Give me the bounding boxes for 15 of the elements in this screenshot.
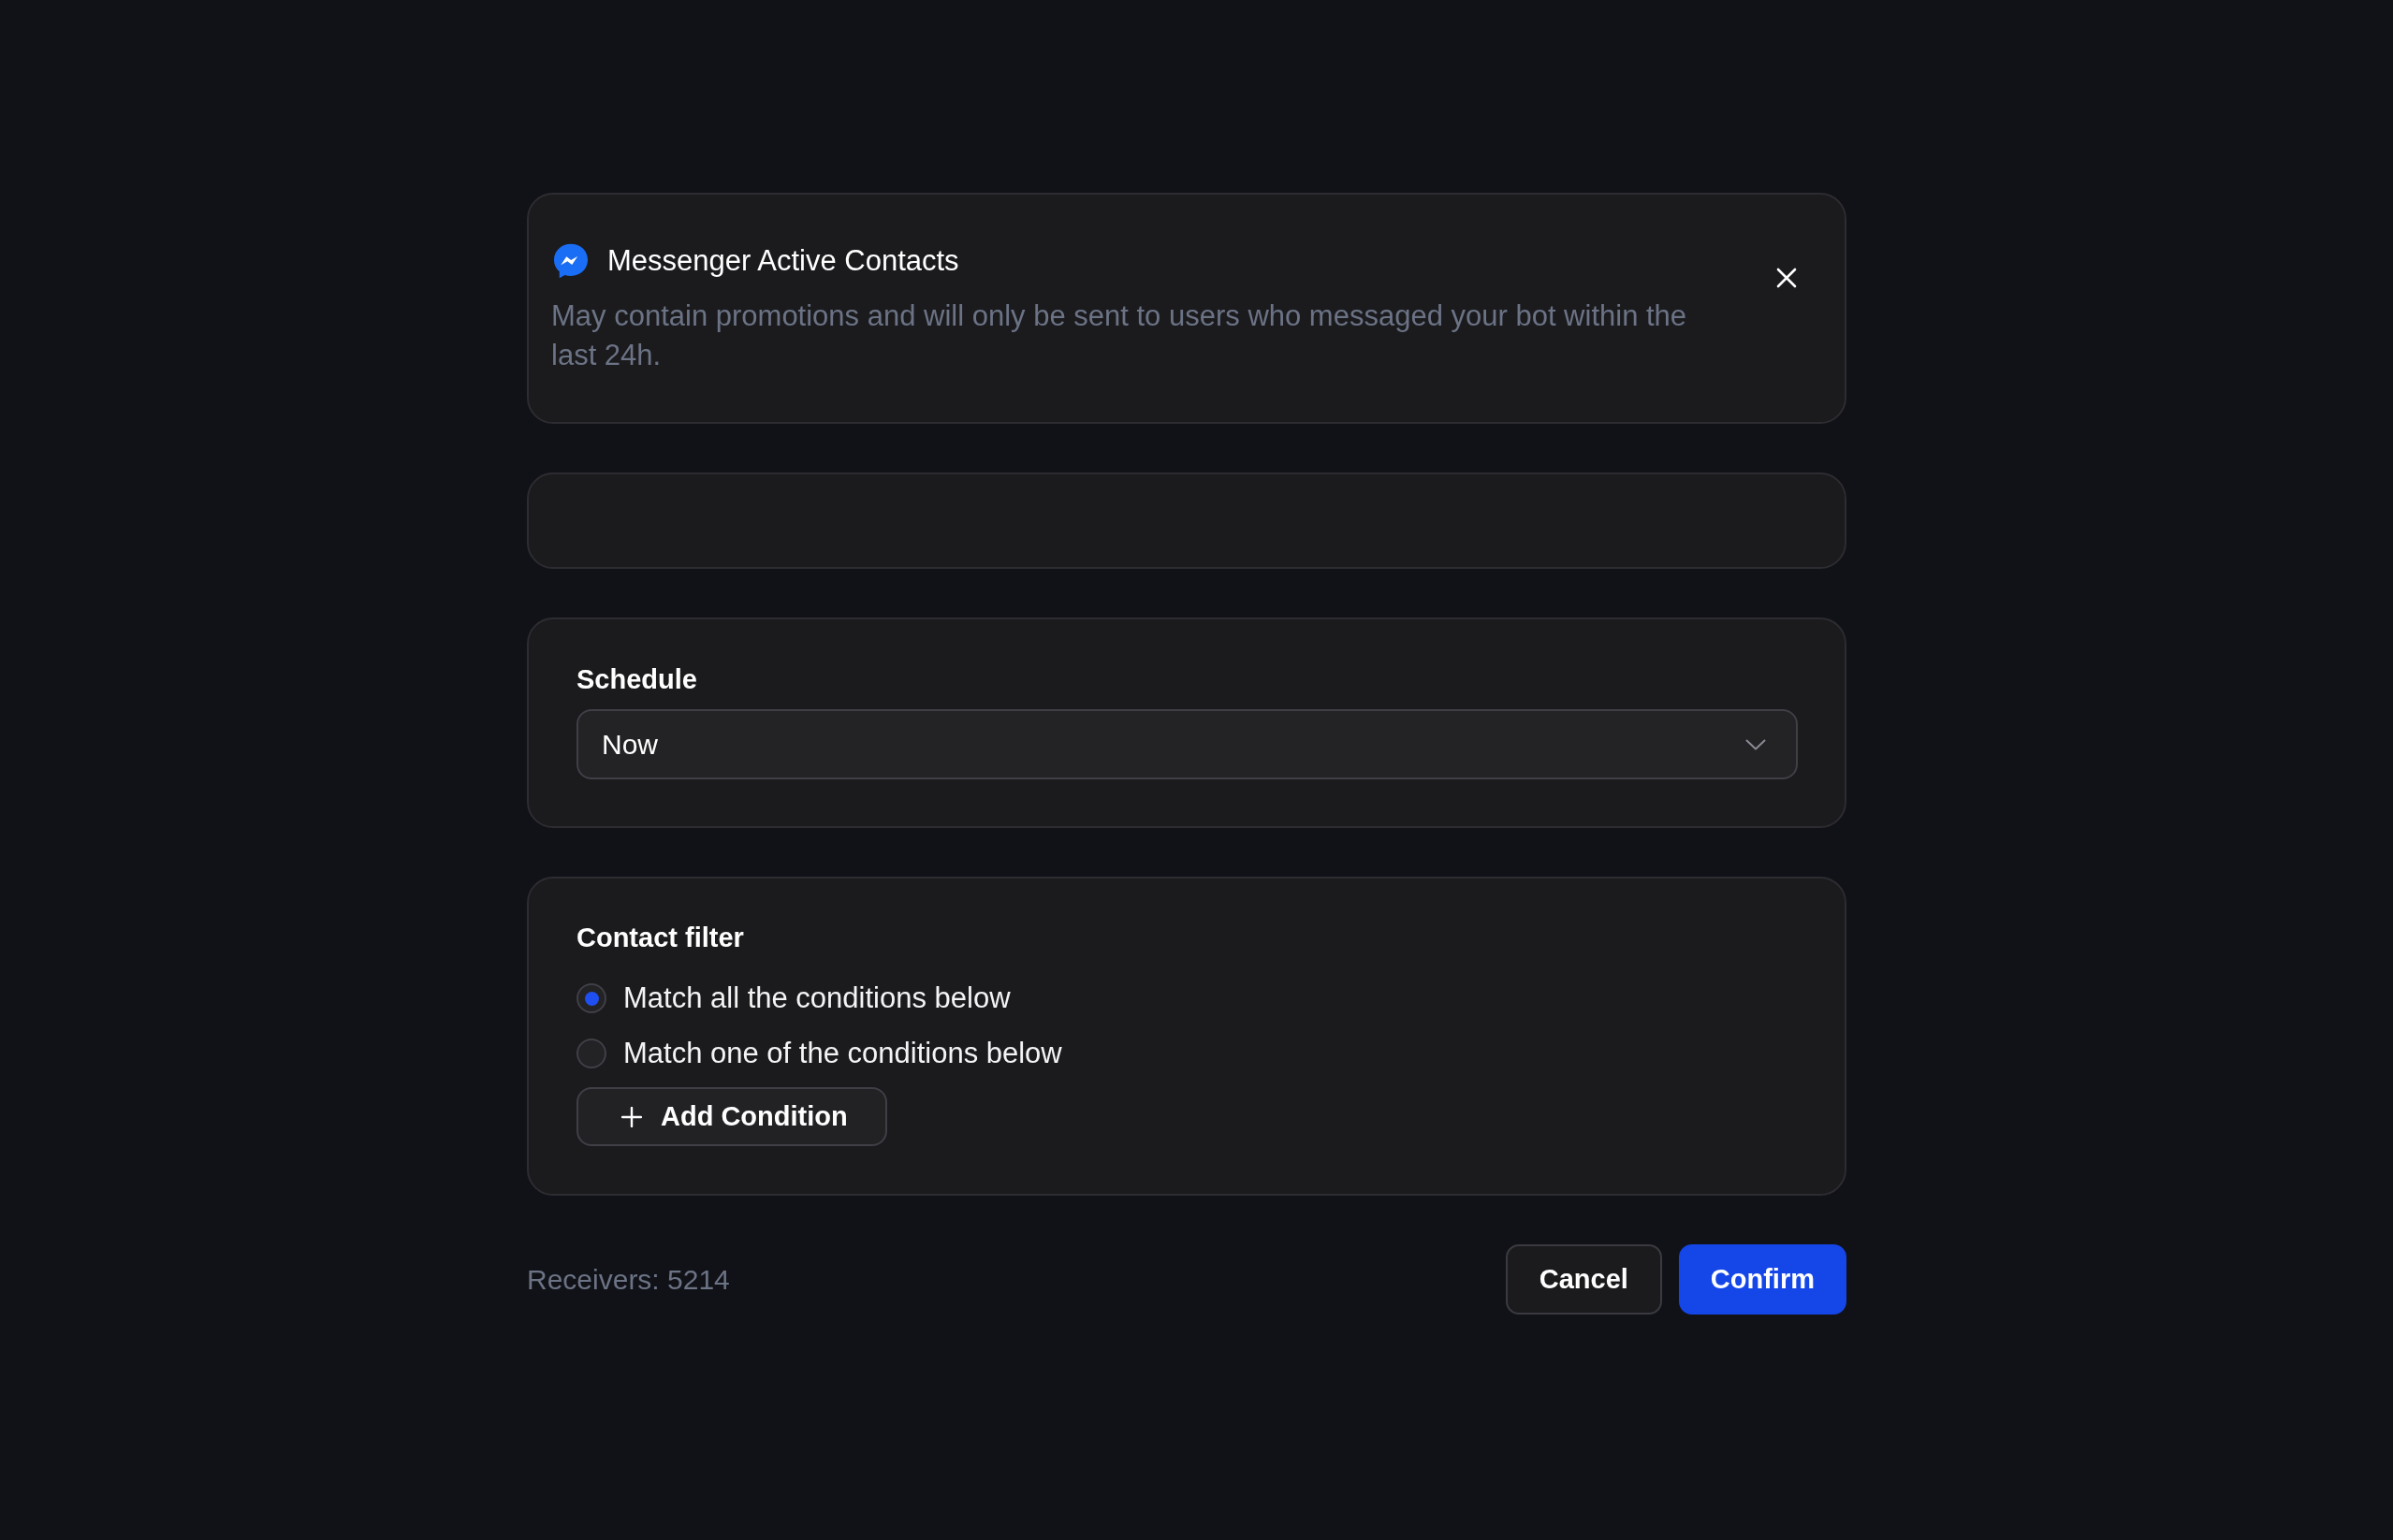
cancel-button[interactable]: Cancel (1505, 1244, 1662, 1315)
schedule-dropdown[interactable]: Now (576, 709, 1798, 779)
chat-bubble-icon (551, 241, 591, 281)
radio-option[interactable]: Match all the conditions below (576, 978, 1011, 1019)
radio-option[interactable]: Match one of the conditions below (576, 1033, 1062, 1074)
chevron-down-icon (1745, 738, 1766, 750)
schedule-label: Schedule (576, 663, 697, 696)
contact-filter-label: Contact filter (576, 922, 744, 954)
confirm-button[interactable]: Confirm (1678, 1244, 1846, 1315)
panel-description: May contain promotions and will only be sent to users who messaged your bot within the last 24h. (551, 298, 1688, 373)
close-icon (1776, 268, 1797, 288)
receivers-count: Receivers: 5214 (527, 1263, 730, 1296)
plus-icon (621, 1106, 642, 1127)
add-condition-button[interactable]: Add Condition (576, 1087, 887, 1146)
panel-title: Messenger Active Contacts (607, 243, 959, 279)
